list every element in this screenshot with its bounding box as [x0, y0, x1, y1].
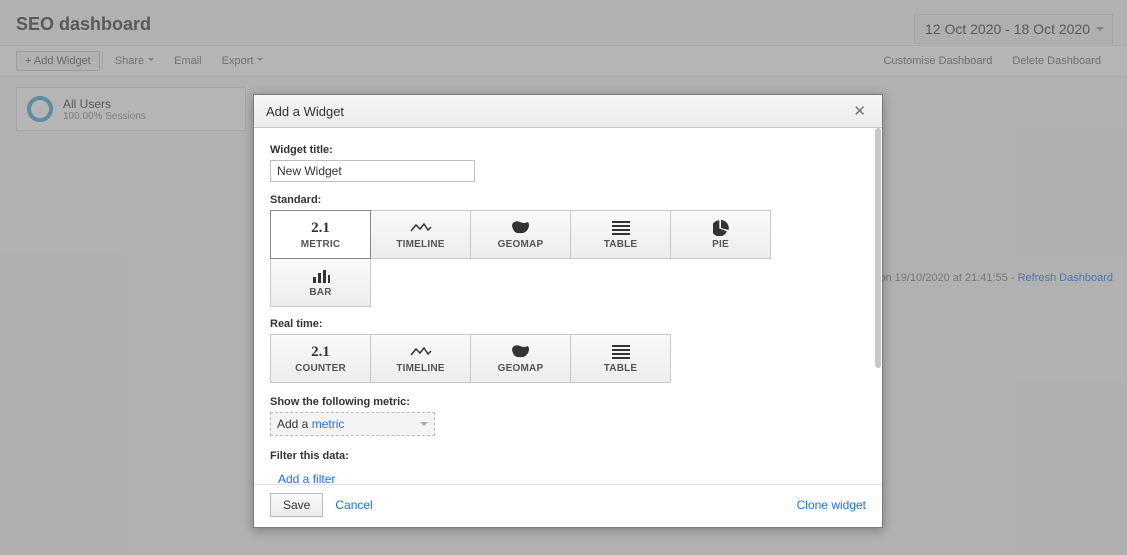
widget-type-label: GEOMAP	[498, 363, 544, 374]
metric-add-text: Add a	[277, 417, 312, 431]
widget-type-label: GEOMAP	[498, 239, 544, 250]
timeline-icon	[410, 219, 432, 237]
realtime-label: Real time:	[270, 318, 866, 330]
num-icon: 2.1	[311, 343, 330, 361]
widget-title-label: Widget title:	[270, 144, 866, 156]
widget-type-label: METRIC	[301, 239, 341, 250]
metric-label: Show the following metric:	[270, 396, 866, 408]
standard-label: Standard:	[270, 194, 866, 206]
widget-type-bar[interactable]: BAR	[270, 258, 371, 307]
widget-type-label: TIMELINE	[396, 239, 444, 250]
standard-type-grid: 2.1 METRIC TIMELINE GEOMAP TABLE PIE BAR	[270, 210, 866, 306]
add-widget-modal: Add a Widget ✕ Widget title: Standard: 2…	[253, 94, 883, 528]
widget-type-label: TABLE	[604, 363, 638, 374]
filter-label: Filter this data:	[270, 450, 866, 462]
widget-type-table[interactable]: TABLE	[570, 210, 671, 259]
widget-type-label: PIE	[712, 239, 729, 250]
widget-type-label: COUNTER	[295, 363, 346, 374]
metric-add-link: metric	[312, 417, 345, 431]
modal-title: Add a Widget	[266, 104, 344, 119]
widget-type-table[interactable]: TABLE	[570, 334, 671, 383]
widget-type-timeline[interactable]: TIMELINE	[370, 210, 471, 259]
num-icon: 2.1	[311, 219, 330, 237]
widget-type-label: TIMELINE	[396, 363, 444, 374]
widget-type-geomap[interactable]: GEOMAP	[470, 334, 571, 383]
add-metric-dropdown[interactable]: Add a metric	[270, 412, 435, 436]
widget-type-pie[interactable]: PIE	[670, 210, 771, 259]
realtime-type-grid: 2.1 COUNTER TIMELINE GEOMAP TABLE	[270, 334, 866, 382]
cancel-button[interactable]: Cancel	[335, 498, 372, 512]
widget-title-input[interactable]	[270, 160, 475, 182]
clone-widget-link[interactable]: Clone widget	[797, 498, 866, 512]
timeline-icon	[410, 343, 432, 361]
save-button[interactable]: Save	[270, 493, 323, 517]
geo-icon	[511, 219, 531, 237]
widget-type-metric[interactable]: 2.1 METRIC	[270, 210, 371, 259]
close-icon[interactable]: ✕	[849, 102, 870, 120]
widget-type-label: TABLE	[604, 239, 638, 250]
bar-icon	[312, 267, 330, 285]
widget-type-counter[interactable]: 2.1 COUNTER	[270, 334, 371, 383]
geo-icon	[511, 343, 531, 361]
add-filter-link[interactable]: Add a filter	[270, 466, 335, 484]
widget-type-geomap[interactable]: GEOMAP	[470, 210, 571, 259]
pie-icon	[713, 219, 729, 237]
widget-type-timeline[interactable]: TIMELINE	[370, 334, 471, 383]
scrollbar-thumb[interactable]	[875, 128, 881, 368]
widget-type-label: BAR	[309, 287, 331, 298]
table-icon	[612, 219, 630, 237]
table-icon	[612, 343, 630, 361]
